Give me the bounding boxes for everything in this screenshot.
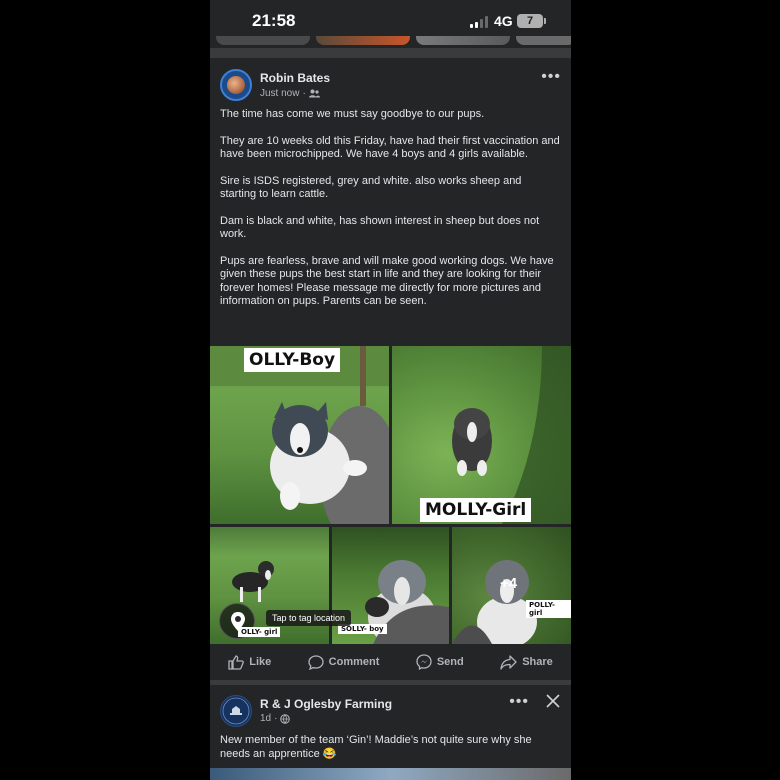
close-icon[interactable] — [545, 693, 561, 709]
photo-olly-girl[interactable]: OLLY- girl — [210, 527, 329, 644]
photo-molly-girl[interactable]: MOLLY-Girl — [392, 346, 571, 524]
battery-level: 7 — [526, 15, 534, 27]
post-timestamp[interactable]: Just now — [260, 88, 299, 99]
send-button[interactable]: Send — [416, 654, 464, 670]
story-thumbnail[interactable] — [416, 36, 510, 45]
tag-location-tooltip[interactable]: Tap to tag location — [266, 610, 352, 626]
cellular-signal-icon — [470, 16, 490, 28]
post-paragraph: They are 10 weeks old this Friday, have … — [220, 134, 560, 161]
like-button[interactable]: Like — [228, 654, 272, 670]
photo-label: OLLY- girl — [238, 627, 281, 637]
post-body: New member of the team ‘Gin’! Maddie’s n… — [220, 734, 532, 760]
comment-label: Comment — [328, 656, 380, 668]
globe-icon — [280, 713, 291, 724]
photo-label: MOLLY-Girl — [420, 498, 532, 522]
feed-post: Robin Bates Just now · ••• The time has … — [210, 58, 571, 680]
post-paragraph: Pups are fearless, brave and will make g… — [220, 254, 554, 308]
post-paragraph: Dam is black and white, has shown intere… — [220, 214, 540, 241]
photo-polly-girl[interactable]: +4 POLLY-girl — [452, 527, 571, 644]
meta-separator: · — [274, 713, 278, 724]
comment-button[interactable]: Comment — [308, 654, 380, 670]
story-thumbnail[interactable] — [516, 36, 571, 45]
send-label: Send — [436, 656, 464, 668]
photo-olly-boy[interactable]: OLLY-Boy — [210, 346, 389, 524]
stories-strip[interactable] — [210, 36, 571, 48]
meta-separator: · — [302, 88, 306, 99]
comment-icon — [308, 654, 324, 670]
post-body: The time has come we must say goodbye to… — [220, 108, 560, 309]
status-bar: 21:58 4G 7 — [210, 0, 571, 36]
more-options-icon[interactable]: ••• — [509, 693, 529, 711]
post-author[interactable]: Robin Bates — [260, 71, 330, 85]
story-thumbnail[interactable] — [316, 36, 410, 45]
feed-post: R & J Oglesby Farming 1d · ••• New membe… — [210, 685, 571, 780]
photo-label: POLLY-girl — [526, 600, 571, 618]
phone-screen: 21:58 4G 7 Robin Bates Just now · ••• Th… — [210, 0, 571, 780]
post-author[interactable]: R & J Oglesby Farming — [260, 697, 392, 711]
messenger-icon — [416, 654, 432, 670]
puppy-illustration — [210, 346, 389, 524]
post-image-preview[interactable] — [210, 768, 571, 780]
post-timestamp[interactable]: 1d — [260, 713, 271, 724]
story-thumbnail[interactable] — [216, 36, 310, 45]
author-avatar[interactable] — [220, 69, 252, 101]
more-options-icon[interactable]: ••• — [541, 68, 561, 86]
post-paragraph: The time has come we must say goodbye to… — [220, 108, 485, 120]
page-avatar[interactable] — [220, 695, 252, 727]
photo-solly-boy[interactable]: SOLLY- boy — [332, 527, 449, 644]
clock: 21:58 — [252, 11, 296, 30]
post-meta: Just now · — [260, 88, 320, 99]
share-label: Share — [522, 656, 553, 668]
like-label: Like — [249, 656, 272, 668]
post-actions: Like Comment Send Share — [210, 644, 571, 680]
share-button[interactable]: Share — [500, 654, 553, 670]
share-icon — [500, 654, 517, 670]
more-photos-count[interactable]: +4 — [500, 575, 517, 592]
network-type: 4G — [494, 13, 513, 29]
post-meta: 1d · — [260, 713, 291, 724]
photo-label: OLLY-Boy — [244, 348, 341, 372]
thumbs-up-icon — [228, 654, 245, 670]
farm-logo-icon — [222, 697, 250, 725]
friends-icon — [308, 89, 320, 98]
post-paragraph: Sire is ISDS registered, grey and white.… — [220, 174, 522, 201]
battery-icon: 7 — [517, 14, 546, 28]
